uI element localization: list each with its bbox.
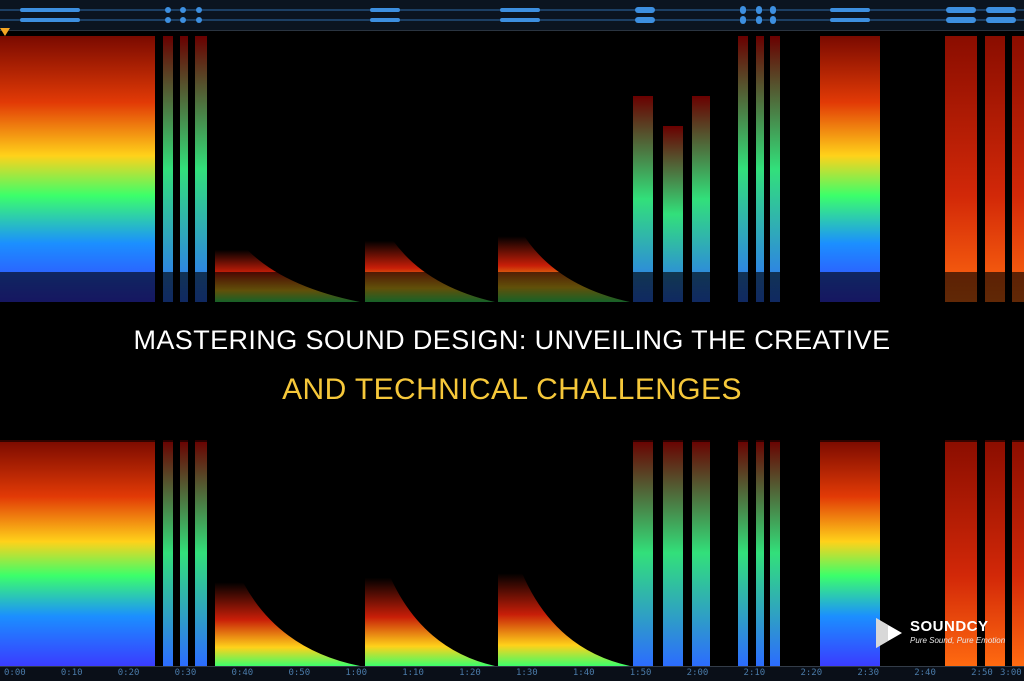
logo-tagline: Pure Sound, Pure Emotion [910, 636, 1006, 645]
spectrogram-bottom [0, 440, 1024, 666]
waveform-overview[interactable] [0, 0, 1024, 31]
ruler-tick-label: 3:00 [1000, 668, 1022, 678]
waveform-graphic [0, 6, 1024, 24]
page-title: Mastering Sound Design: Unveiling The Cr… [0, 318, 1024, 412]
title-line-2: And Technical Challenges [282, 373, 742, 406]
ruler-tick-label: 1:00 [345, 668, 368, 678]
ruler-tick-label: 2:10 [743, 668, 766, 678]
ruler-tick-label: 1:20 [459, 668, 481, 678]
soundcy-logo: SOUNDCY Pure Sound, Pure Emotion [872, 614, 1012, 654]
ruler-tick-label: 0:50 [288, 668, 311, 678]
title-line-1: Mastering Sound Design: Unveiling The Cr… [133, 325, 891, 355]
ruler-tick-label: 2:30 [857, 668, 880, 678]
ruler-tick-label: 1:50 [629, 668, 652, 678]
ruler-tick-label: 1:10 [402, 668, 424, 678]
ruler-tick-label: 0:00 [4, 668, 26, 678]
logo-name: SOUNDCY [910, 618, 989, 635]
spectrogram-graphic-bottom [0, 440, 1024, 666]
playhead-marker-icon[interactable] [0, 28, 10, 36]
ruler-tick-label: 2:20 [800, 668, 823, 678]
ruler-tick-label: 1:30 [516, 668, 538, 678]
ruler-tick-label: 2:50 [971, 668, 993, 678]
ruler-tick-label: 1:40 [572, 668, 595, 678]
ruler-tick-label: 2:00 [686, 668, 709, 678]
soundcy-logo-icon [876, 618, 902, 648]
ruler-tick-label: 0:30 [174, 668, 197, 678]
ruler-tick-label: 0:10 [60, 668, 83, 678]
time-ruler: 0:00 0:10 0:20 0:30 0:40 0:50 1:00 1:10 1:20 1:30… [0, 666, 1024, 681]
ruler-tick-label: 0:20 [117, 668, 140, 678]
ruler-tick-label: 0:40 [231, 668, 254, 678]
spectrogram-graphic-top [0, 36, 1024, 302]
spectrogram-top [0, 36, 1024, 302]
ruler-tick-label: 2:40 [914, 668, 936, 678]
